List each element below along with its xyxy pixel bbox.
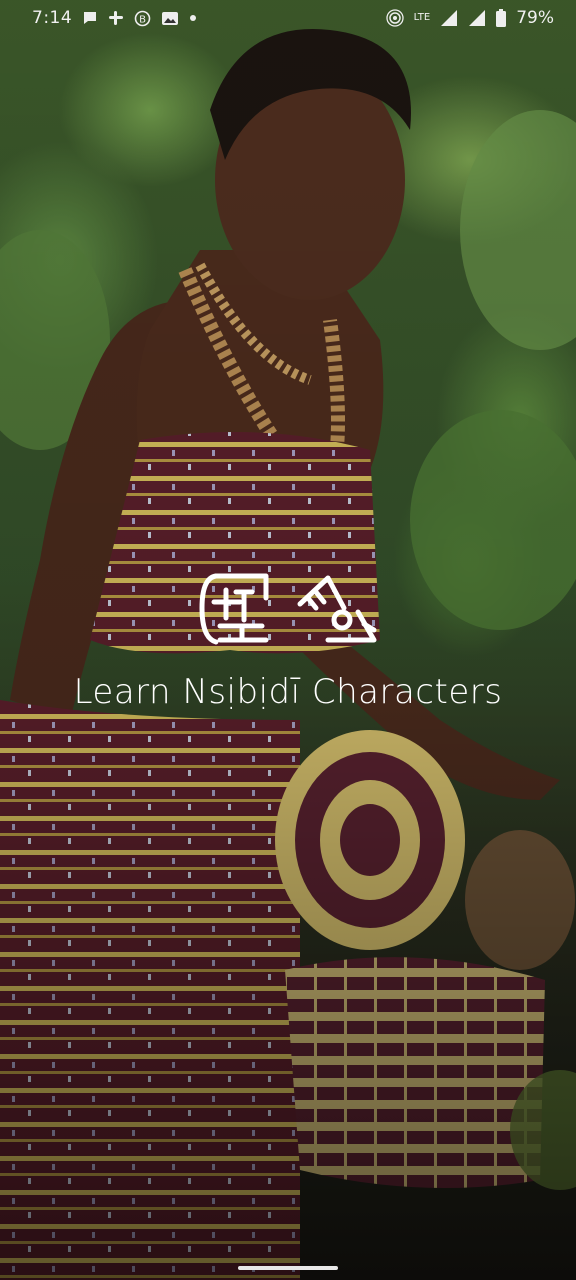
status-right-group: LTE 79% bbox=[385, 8, 554, 28]
nsibidi-glyph-2-icon bbox=[297, 575, 377, 643]
splash-screen: 7:14 B LTE 79% Learn Nsịbịdī Characters bbox=[0, 0, 576, 1280]
cell-signal-icon bbox=[468, 9, 486, 27]
network-type-label: LTE bbox=[413, 12, 431, 23]
status-time: 7:14 bbox=[32, 8, 73, 28]
nsibidi-logo bbox=[0, 568, 576, 648]
hotspot-icon bbox=[385, 9, 404, 27]
photo-icon bbox=[161, 11, 179, 26]
status-bar: 7:14 B LTE 79% bbox=[0, 0, 576, 36]
message-icon bbox=[82, 10, 98, 26]
status-left-group: 7:14 B bbox=[32, 8, 197, 28]
svg-text:B: B bbox=[139, 14, 146, 25]
bitcoin-icon: B bbox=[134, 10, 151, 27]
battery-percent: 79% bbox=[516, 8, 554, 28]
dot-icon bbox=[189, 14, 197, 22]
app-title: Learn Nsịbịdī Characters bbox=[73, 672, 503, 712]
slack-icon bbox=[108, 10, 124, 26]
battery-icon bbox=[496, 9, 507, 27]
home-indicator[interactable] bbox=[238, 1266, 338, 1270]
nsibidi-glyph-1-icon bbox=[199, 573, 269, 645]
wifi-signal-icon bbox=[440, 9, 458, 27]
